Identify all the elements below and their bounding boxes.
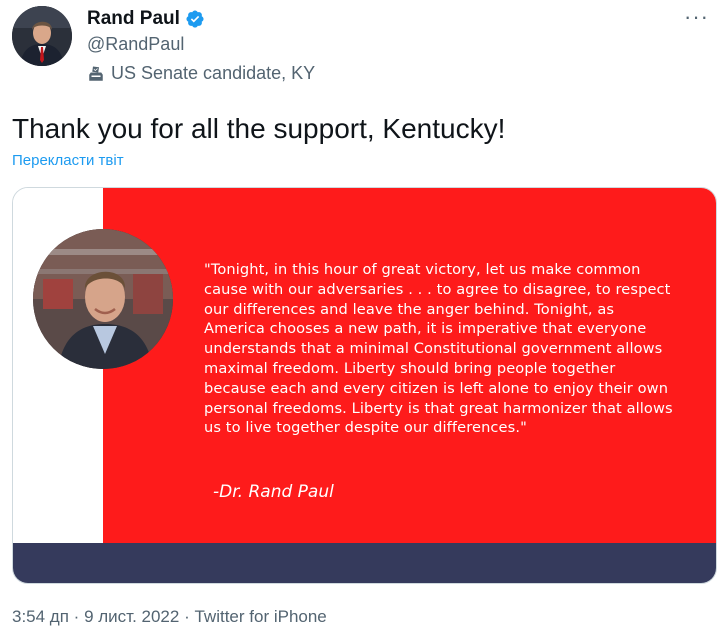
quote-line: personal freedoms. Liberty is that great… xyxy=(204,399,673,417)
tweet-source[interactable]: Twitter for iPhone xyxy=(194,607,326,626)
tweet-time[interactable]: 3:54 дп xyxy=(12,607,69,626)
more-options-icon[interactable]: ··· xyxy=(684,4,709,30)
author-display-name[interactable]: Rand Paul xyxy=(87,8,180,30)
meta-separator: · xyxy=(184,607,190,626)
ballot-box-icon xyxy=(89,66,103,81)
portrait-illustration xyxy=(33,229,173,369)
quote-line: America chooses a new path, it is impera… xyxy=(204,320,647,338)
quote-line: our differences and leave the anger behi… xyxy=(204,300,615,318)
rand-paul-photo xyxy=(33,229,173,369)
author-avatar[interactable] xyxy=(12,6,72,66)
quote-line: maximal freedom. Liberty should bring pe… xyxy=(204,359,616,377)
media-navy-band xyxy=(13,543,716,583)
quote-line: us to live together despite our differen… xyxy=(204,419,527,437)
quote-attribution: -Dr. Rand Paul xyxy=(213,482,334,502)
author-name-row: Rand Paul xyxy=(87,8,205,30)
tweet-meta: 3:54 дп · 9 лист. 2022 · Twitter for iPh… xyxy=(12,607,327,627)
tweet-media-image[interactable]: "Tonight, in this hour of great victory,… xyxy=(12,187,717,584)
quote-line: understands that a minimal Constitutiona… xyxy=(204,340,663,358)
verified-badge-icon[interactable] xyxy=(185,9,205,29)
author-label: US Senate candidate, KY xyxy=(87,63,315,84)
tweet-date[interactable]: 9 лист. 2022 xyxy=(84,607,179,626)
meta-separator: · xyxy=(73,607,80,626)
author-handle[interactable]: @RandPaul xyxy=(87,34,184,55)
quote-line: cause with our adversaries . . . to agre… xyxy=(204,280,671,298)
quote-line: because each and every citizen is left a… xyxy=(204,379,669,397)
translate-tweet-link[interactable]: Перекласти твіт xyxy=(12,152,124,169)
avatar-portrait xyxy=(12,6,72,66)
tweet-text: Thank you for all the support, Kentucky! xyxy=(12,113,506,144)
quote-line: "Tonight, in this hour of great victory,… xyxy=(204,261,641,278)
author-label-text: US Senate candidate, KY xyxy=(111,63,316,83)
media-quote: "Tonight, in this hour of great victory,… xyxy=(204,260,684,438)
